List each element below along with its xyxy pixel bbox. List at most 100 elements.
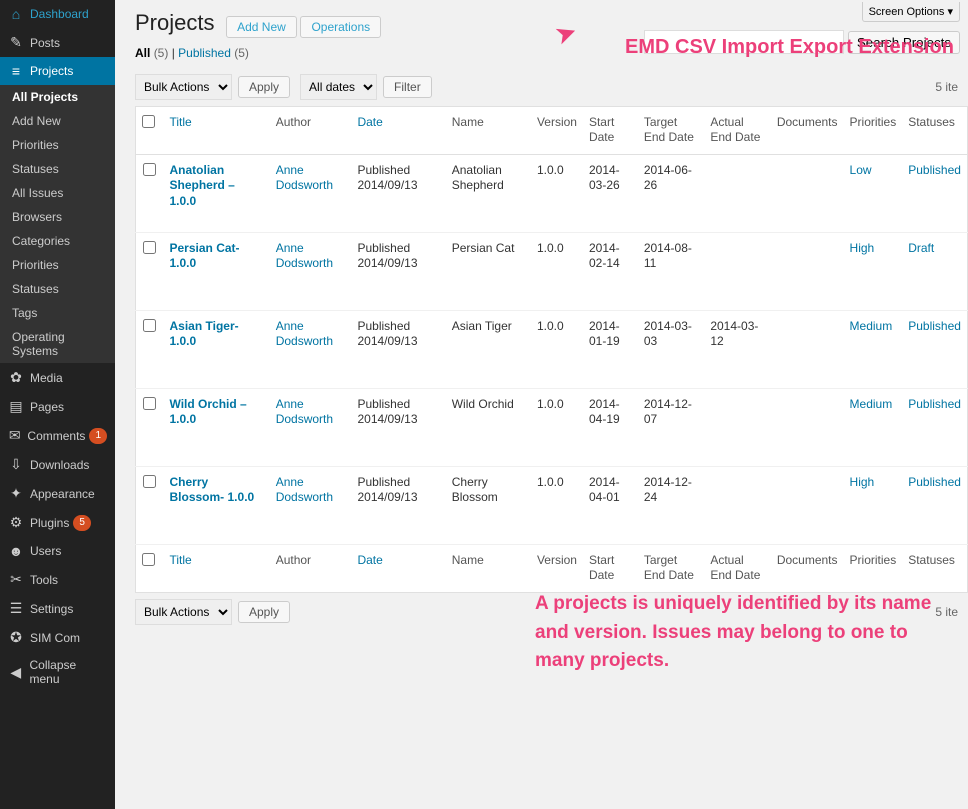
col-date[interactable]: Date [351, 106, 445, 154]
sidebar-item-pages[interactable]: ▤Pages [0, 392, 115, 421]
sidebar-item-label: Dashboard [30, 7, 89, 21]
submenu-item-browsers[interactable]: Browsers [0, 205, 115, 229]
submenu-item-priorities[interactable]: Priorities [0, 133, 115, 157]
filter-all[interactable]: All [135, 46, 150, 60]
screen-options-button[interactable]: Screen Options ▾ [862, 2, 960, 22]
submenu-item-statuses[interactable]: Statuses [0, 277, 115, 301]
sidebar-item-downloads[interactable]: ⇩Downloads [0, 450, 115, 479]
sidebar-item-label: Collapse menu [30, 658, 108, 686]
sidebar-item-plugins[interactable]: ⚙Plugins5 [0, 508, 115, 537]
row-title[interactable]: Cherry Blossom- 1.0.0 [170, 475, 255, 505]
sidebar-item-dashboard[interactable]: ⌂ Dashboard [0, 0, 115, 28]
filter-published[interactable]: Published [178, 46, 231, 60]
apply-button-bottom[interactable]: Apply [238, 601, 290, 623]
col-title[interactable]: Title [164, 544, 270, 592]
dates-select[interactable]: All dates [300, 74, 377, 100]
sidebar-item-posts[interactable]: ✎Posts [0, 28, 115, 57]
submenu-item-priorities[interactable]: Priorities [0, 253, 115, 277]
submenu-item-statuses[interactable]: Statuses [0, 157, 115, 181]
sidebar-item-label: Comments [27, 429, 85, 443]
row-author[interactable]: Anne Dodsworth [276, 319, 333, 349]
col-name: Name [446, 544, 531, 592]
submenu-item-categories[interactable]: Categories [0, 229, 115, 253]
users-icon: ☻ [8, 543, 24, 559]
row-author[interactable]: Anne Dodsworth [276, 241, 333, 271]
sidebar-item-label: Settings [30, 602, 73, 616]
row-checkbox[interactable] [143, 163, 156, 176]
row-start: 2014-04-01 [583, 466, 638, 544]
sidebar-item-label: Plugins [30, 516, 69, 530]
filter-button[interactable]: Filter [383, 76, 432, 98]
row-title[interactable]: Anatolian Shepherd – 1.0.0 [170, 163, 235, 208]
row-status[interactable]: Published [908, 163, 961, 177]
projects-table: TitleAuthorDateNameVersionStart DateTarg… [135, 106, 968, 593]
col-docs: Documents [771, 544, 844, 592]
badge: 1 [89, 428, 107, 444]
bulk-actions-select[interactable]: Bulk Actions [135, 74, 232, 100]
sidebar-item-projects[interactable]: ≡Projects [0, 57, 115, 85]
row-version: 1.0.0 [531, 310, 583, 388]
select-all-checkbox[interactable] [142, 553, 155, 566]
operations-button[interactable]: Operations [300, 16, 381, 38]
admin-sidebar: ⌂ Dashboard ✎Posts≡ProjectsAll ProjectsAdd… [0, 0, 115, 809]
row-actual: 2014-03-12 [704, 310, 771, 388]
row-title[interactable]: Persian Cat- 1.0.0 [170, 241, 240, 271]
media-icon: ✿ [8, 369, 24, 386]
sidebar-item-label: Posts [30, 36, 60, 50]
submenu-item-add-new[interactable]: Add New [0, 109, 115, 133]
row-start: 2014-04-19 [583, 388, 638, 466]
sidebar-item-settings[interactable]: ☰Settings [0, 594, 115, 623]
row-title[interactable]: Wild Orchid – 1.0.0 [170, 397, 247, 427]
submenu-item-all-issues[interactable]: All Issues [0, 181, 115, 205]
row-priority[interactable]: Medium [850, 397, 893, 411]
row-name: Asian Tiger [446, 310, 531, 388]
bulk-actions-select-bottom[interactable]: Bulk Actions [135, 599, 232, 625]
row-status[interactable]: Published [908, 319, 961, 333]
sidebar-item-appearance[interactable]: ✦Appearance [0, 479, 115, 508]
select-all-checkbox[interactable] [142, 115, 155, 128]
submenu-item-tags[interactable]: Tags [0, 301, 115, 325]
row-version: 1.0.0 [531, 388, 583, 466]
row-priority[interactable]: Low [850, 163, 872, 177]
add-new-button[interactable]: Add New [226, 16, 297, 38]
col-target: Target End Date [638, 544, 705, 592]
row-status[interactable]: Published [908, 397, 961, 411]
sidebar-item-tools[interactable]: ✂Tools [0, 565, 115, 594]
row-author[interactable]: Anne Dodsworth [276, 397, 333, 427]
sidebar-item-collapse-menu[interactable]: ◀Collapse menu [0, 652, 115, 692]
row-status[interactable]: Published [908, 475, 961, 489]
col-version: Version [531, 106, 583, 154]
apply-button-top[interactable]: Apply [238, 76, 290, 98]
dashboard-icon: ⌂ [8, 6, 24, 22]
row-checkbox[interactable] [143, 319, 156, 332]
row-author[interactable]: Anne Dodsworth [276, 163, 333, 193]
row-date: Published 2014/09/13 [351, 154, 445, 232]
sidebar-item-label: Users [30, 544, 61, 558]
sidebar-item-comments[interactable]: ✉Comments1 [0, 421, 115, 450]
row-priority[interactable]: Medium [850, 319, 893, 333]
table-row: Cherry Blossom- 1.0.0 Anne Dodsworth Publi… [136, 466, 968, 544]
row-author[interactable]: Anne Dodsworth [276, 475, 333, 505]
submenu-item-all-projects[interactable]: All Projects [0, 85, 115, 109]
sidebar-item-media[interactable]: ✿Media [0, 363, 115, 392]
sidebar-item-sim-com[interactable]: ✪SIM Com [0, 623, 115, 652]
row-start: 2014-03-26 [583, 154, 638, 232]
row-title[interactable]: Asian Tiger- 1.0.0 [170, 319, 239, 349]
row-checkbox[interactable] [143, 397, 156, 410]
col-date[interactable]: Date [351, 544, 445, 592]
badge: 5 [73, 515, 91, 531]
items-count-bottom: 5 ite [935, 605, 958, 619]
row-checkbox[interactable] [143, 241, 156, 254]
row-priority[interactable]: High [850, 475, 875, 489]
sidebar-item-label: SIM Com [30, 631, 80, 645]
row-status[interactable]: Draft [908, 241, 934, 255]
row-version: 1.0.0 [531, 154, 583, 232]
row-checkbox[interactable] [143, 475, 156, 488]
col-title[interactable]: Title [164, 106, 270, 154]
table-row: Wild Orchid – 1.0.0 Anne Dodsworth Publish… [136, 388, 968, 466]
row-priority[interactable]: High [850, 241, 875, 255]
submenu-item-operating-systems[interactable]: Operating Systems [0, 325, 115, 363]
sidebar-item-users[interactable]: ☻ Users [0, 537, 115, 565]
row-date: Published 2014/09/13 [351, 388, 445, 466]
col-name: Name [446, 106, 531, 154]
